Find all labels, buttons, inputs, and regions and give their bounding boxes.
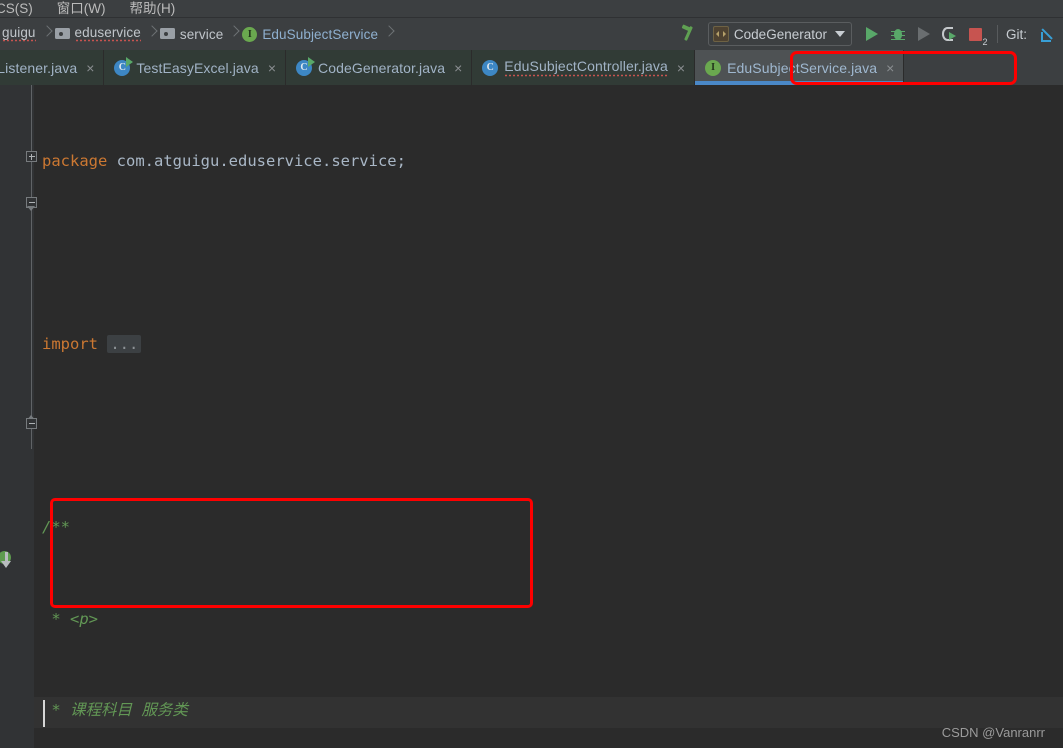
tab-label: CodeGenerator.java <box>318 59 446 76</box>
code-editor[interactable]: package com.atguigu.eduservice.service; … <box>0 85 1063 748</box>
runnable-class-icon: C <box>296 56 315 76</box>
breadcrumb-label: eduservice <box>74 24 141 44</box>
tab-codegenerator[interactable]: C CodeGenerator.java × <box>286 50 473 85</box>
stop-count-badge: 2 <box>982 36 988 47</box>
breadcrumb: guigu eduservice service I EduSubjectSer… <box>0 18 395 50</box>
class-icon: C <box>482 59 499 76</box>
hammer-icon <box>680 25 698 43</box>
run-config-icon <box>712 26 729 42</box>
interface-icon: I <box>242 26 258 42</box>
tab-testeasyexcel[interactable]: C TestEasyExcel.java × <box>104 50 286 85</box>
interface-icon: I <box>705 59 722 76</box>
tab-label: TestEasyExcel.java <box>136 59 259 76</box>
run-button[interactable] <box>859 21 885 47</box>
git-update-button[interactable] <box>1035 21 1061 47</box>
fold-collapse-minus-icon[interactable] <box>26 197 37 211</box>
breadcrumb-separator-icon <box>147 18 158 50</box>
run-play-disabled-icon <box>917 27 930 41</box>
breadcrumb-label: EduSubjectService <box>262 26 379 42</box>
code-line-3: import ... <box>42 329 1042 360</box>
menu-item-cs[interactable]: CS(S) <box>0 0 45 17</box>
javadoc-description: * 课程科目 服务类 <box>51 701 188 719</box>
chevron-down-icon <box>834 31 845 37</box>
semicolon: ; <box>396 152 406 170</box>
tab-label: xcelListener.java <box>0 59 78 76</box>
breadcrumb-separator-icon <box>384 18 395 50</box>
collapsed-import-placeholder[interactable]: ... <box>107 335 142 353</box>
fold-collapse-minus-icon[interactable] <box>26 415 37 429</box>
tab-close-icon[interactable]: × <box>454 61 462 75</box>
code-line-6: * <p> <box>42 604 1042 635</box>
breadcrumb-separator-icon <box>229 18 240 50</box>
debug-button[interactable] <box>885 21 911 47</box>
package-path-1: com. <box>116 152 154 170</box>
implemented-by-arrow-icon[interactable] <box>0 549 20 571</box>
javadoc-open: /** <box>42 518 70 536</box>
tab-close-icon[interactable]: × <box>268 61 276 75</box>
intellij-idea-window: CS(S) 窗口(W) 帮助(H) guigu eduservice servi… <box>0 0 1063 748</box>
package-path-3: eduservice. <box>228 152 332 170</box>
watermark: CSDN @Vanranrr <box>941 725 1045 740</box>
breadcrumb-label: service <box>179 26 224 42</box>
stop-square-icon: 2 <box>969 27 987 47</box>
package-path-2: atguigu. <box>154 152 229 170</box>
menu-item-help[interactable]: 帮助(H) <box>117 0 187 17</box>
tab-close-icon[interactable]: × <box>677 61 685 75</box>
runnable-class-icon: C <box>114 56 134 76</box>
fold-expand-plus-icon[interactable] <box>26 151 37 162</box>
tab-close-icon[interactable]: × <box>886 61 894 75</box>
tab-label: EduSubjectService.java <box>727 59 878 76</box>
git-update-arrow-icon <box>1040 26 1057 43</box>
toolbar-divider <box>996 25 998 43</box>
breadcrumb-label: guigu <box>2 24 36 44</box>
package-path-4: service <box>331 152 397 170</box>
breadcrumb-item-edusubjectservice[interactable]: I EduSubjectService <box>240 18 384 50</box>
navigation-toolbar: guigu eduservice service I EduSubjectSer… <box>0 18 1063 50</box>
git-label: Git: <box>1005 26 1027 42</box>
fold-region-line <box>31 85 32 159</box>
tab-edusubjectcontroller[interactable]: C EduSubjectController.java × <box>472 50 696 85</box>
run-disabled-button <box>911 21 937 47</box>
keyword-import: import <box>42 335 98 353</box>
stop-button[interactable]: 2 <box>963 21 989 47</box>
tab-excellistener[interactable]: C xcelListener.java × <box>0 50 105 85</box>
tab-close-icon[interactable]: × <box>86 61 94 75</box>
run-toolbar: CodeGenerator 2 Git: <box>676 18 1063 50</box>
run-configuration-selector[interactable]: CodeGenerator <box>707 22 852 46</box>
run-play-icon <box>865 27 878 41</box>
menu-bar: CS(S) 窗口(W) 帮助(H) <box>0 0 1063 18</box>
keyword-package: package <box>42 152 108 170</box>
tab-label: EduSubjectController.java <box>504 58 668 77</box>
run-with-coverage-button[interactable] <box>937 21 963 47</box>
debug-bug-icon <box>890 27 905 42</box>
tab-edusubjectservice[interactable]: I EduSubjectService.java × <box>695 50 905 85</box>
breadcrumb-item-service[interactable]: service <box>158 18 229 50</box>
javadoc-p-open: * <p> <box>51 609 99 628</box>
run-with-coverage-icon <box>942 26 957 42</box>
code-line-1: package com.atguigu.eduservice.service; <box>42 146 1042 177</box>
breadcrumb-item-guigu[interactable]: guigu <box>0 18 42 50</box>
folder-icon <box>159 28 175 40</box>
code-line-5: /** <box>42 512 1042 543</box>
breadcrumb-item-eduservice[interactable]: eduservice <box>53 18 147 50</box>
code-line-7: * 课程科目 服务类 <box>42 695 1042 726</box>
menu-item-window[interactable]: 窗口(W) <box>45 0 118 17</box>
source-code[interactable]: package com.atguigu.eduservice.service; … <box>42 85 1042 748</box>
breadcrumb-separator-icon <box>42 18 53 50</box>
build-project-button[interactable] <box>676 21 702 47</box>
editor-tab-bar: C xcelListener.java × C TestEasyExcel.ja… <box>0 50 1063 85</box>
run-configuration-name: CodeGenerator <box>733 26 827 42</box>
folder-icon <box>54 28 70 40</box>
